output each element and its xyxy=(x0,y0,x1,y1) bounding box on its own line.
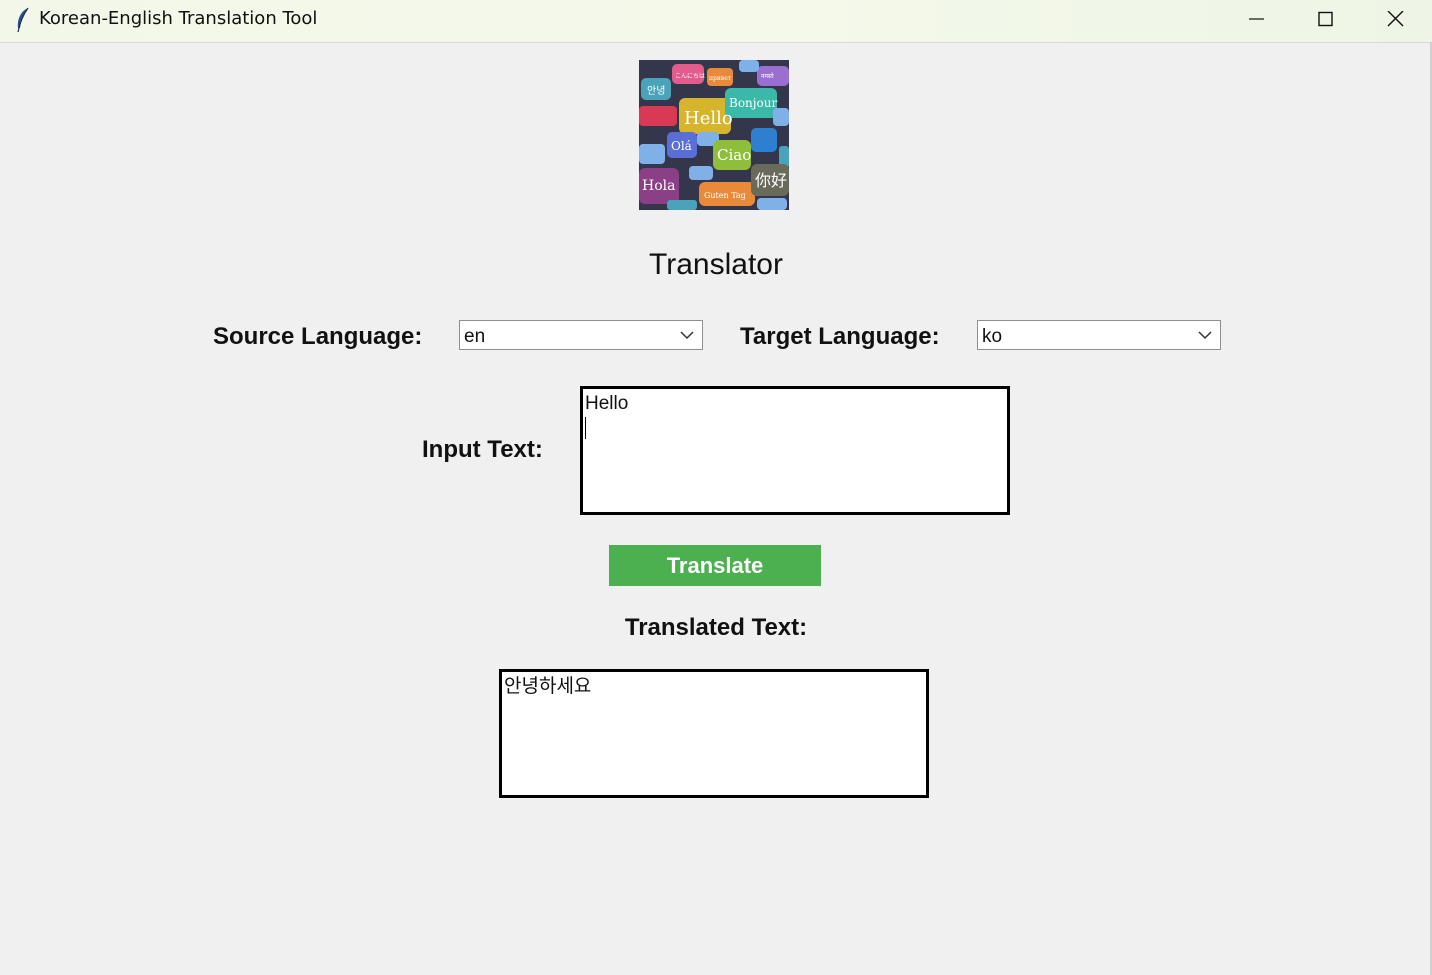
translate-button[interactable]: Translate xyxy=(609,545,821,586)
svg-text:Guten Tag: Guten Tag xyxy=(704,191,746,200)
translated-text-area[interactable]: 안녕하세요 xyxy=(499,669,929,798)
svg-text:Bonjour: Bonjour xyxy=(729,96,777,110)
chevron-down-icon xyxy=(1198,331,1212,340)
translated-text-label: Translated Text: xyxy=(624,614,808,641)
window-title: Korean-English Translation Tool xyxy=(39,8,318,29)
svg-text:Ciao: Ciao xyxy=(717,146,751,164)
input-text-area[interactable]: Hello xyxy=(580,386,1010,515)
target-language-value: ko xyxy=(982,326,1003,347)
feather-icon xyxy=(17,7,29,33)
svg-text:привет: привет xyxy=(709,75,732,82)
target-language-select[interactable]: ko xyxy=(977,320,1221,350)
translated-text-value: 안녕하세요 xyxy=(504,676,592,697)
logo-image: 안녕 привет こんにちは नमस्ते Hello Bonjour Olá… xyxy=(639,60,789,210)
source-language-value: en xyxy=(464,326,486,347)
title-bar: Korean-English Translation Tool xyxy=(0,0,1432,43)
svg-text:こんにちは: こんにちは xyxy=(675,73,705,80)
maximize-icon xyxy=(1318,11,1333,27)
minimize-button[interactable] xyxy=(1222,0,1290,42)
chevron-down-icon xyxy=(680,331,694,340)
close-button[interactable] xyxy=(1362,0,1430,42)
source-language-label: Source Language: xyxy=(213,323,423,350)
svg-text:नमस्ते: नमस्ते xyxy=(761,72,774,80)
minimize-icon xyxy=(1249,18,1264,20)
svg-text:안녕: 안녕 xyxy=(647,85,665,97)
close-icon xyxy=(1387,11,1404,27)
svg-text:Hola: Hola xyxy=(642,178,675,194)
svg-text:你好: 你好 xyxy=(755,171,787,190)
maximize-button[interactable] xyxy=(1292,0,1360,42)
source-language-select[interactable]: en xyxy=(459,320,703,350)
speech-bubbles-graphic: 안녕 привет こんにちは नमस्ते Hello Bonjour Olá… xyxy=(639,60,789,210)
input-text-label: Input Text: xyxy=(422,436,543,463)
input-text-value: Hello xyxy=(585,393,629,414)
text-caret xyxy=(585,416,586,439)
svg-text:Olá: Olá xyxy=(671,139,692,153)
svg-text:Hello: Hello xyxy=(684,108,733,129)
page-title: Translator xyxy=(649,248,783,281)
target-language-label: Target Language: xyxy=(740,323,940,350)
